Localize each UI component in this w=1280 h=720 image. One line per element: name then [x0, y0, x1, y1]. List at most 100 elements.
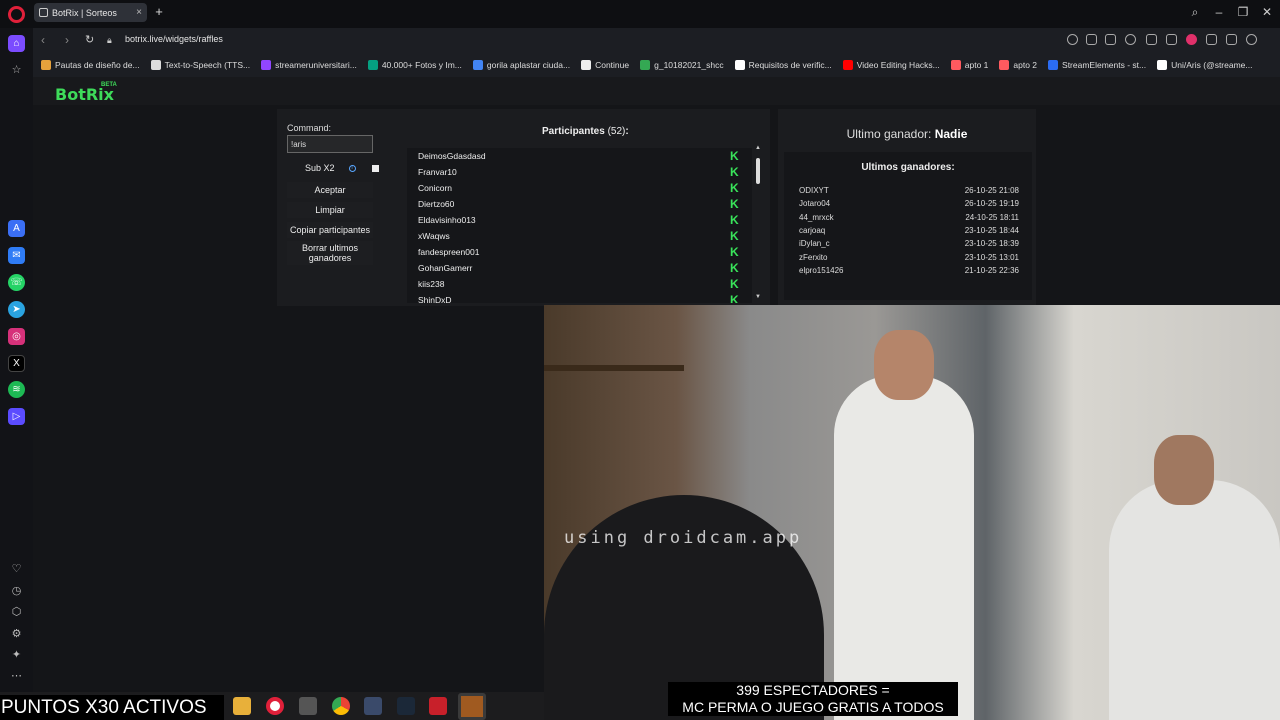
- copy-participants-button[interactable]: Copiar participantes: [287, 222, 373, 238]
- close-tab-icon[interactable]: ×: [136, 7, 142, 18]
- participant-row: kiis238 K: [407, 276, 752, 292]
- player-icon[interactable]: ▷: [8, 408, 25, 425]
- shield-icon[interactable]: [1125, 34, 1136, 45]
- bookmark-item[interactable]: StreamElements - st...: [1048, 60, 1146, 70]
- winner-name: 44_mrxck: [799, 212, 834, 222]
- bookmark-item[interactable]: streameruniversitari...: [261, 60, 357, 70]
- bookmark-item[interactable]: apto 1: [950, 60, 989, 70]
- delete-winners-button[interactable]: Borrar ultimos ganadores: [287, 241, 373, 265]
- points-banner: PUNTOS X30 ACTIVOS: [0, 695, 224, 720]
- kick-icon: K: [730, 165, 739, 179]
- participants-list[interactable]: DeimosGdasdasd K Franvar10 K Conicorn K Diertz…: [407, 148, 752, 303]
- telegram-icon[interactable]: ➤: [8, 301, 25, 318]
- home-icon[interactable]: ⌂: [8, 35, 25, 52]
- maximize-icon[interactable]: ❐: [1234, 5, 1252, 19]
- scroll-thumb[interactable]: [756, 158, 760, 184]
- search-icon[interactable]: [1067, 34, 1078, 45]
- browser-tab[interactable]: BotRix | Sorteos ×: [34, 3, 147, 22]
- download-icon[interactable]: [1206, 34, 1217, 45]
- tips-bulb-icon[interactable]: ✦: [8, 646, 25, 663]
- minimize-icon[interactable]: –: [1210, 5, 1228, 19]
- aria-icon[interactable]: A: [8, 220, 25, 237]
- whatsapp-icon[interactable]: ☏: [8, 274, 25, 291]
- store-icon[interactable]: [364, 697, 382, 715]
- lock-icon[interactable]: 🔒︎: [107, 35, 112, 46]
- last-winner-name: Nadie: [934, 127, 968, 141]
- participants-title: Participantes (52):: [542, 126, 629, 137]
- history-icon[interactable]: ◷: [8, 582, 25, 599]
- star-icon[interactable]: ☆: [8, 61, 25, 78]
- bookmark-item[interactable]: gorila aplastar ciuda...: [472, 60, 570, 70]
- tab-favicon-icon: [39, 8, 48, 17]
- chrome-icon[interactable]: [332, 697, 350, 715]
- participant-row: xWaqws K: [407, 228, 752, 244]
- bookmark-item[interactable]: Continue: [581, 60, 629, 70]
- sub-x2-checkbox[interactable]: [372, 164, 379, 172]
- winner-name: Jotaro04: [799, 199, 831, 209]
- profile-icon[interactable]: [1246, 34, 1257, 45]
- bookmark-item[interactable]: Uni/Aris (@streame...: [1157, 60, 1253, 70]
- participants-scrollbar[interactable]: ▲ ▼: [754, 145, 762, 303]
- participant-row: Franvar10 K: [407, 164, 752, 180]
- bookmark-label: apto 1: [964, 60, 989, 70]
- heart-fill-icon[interactable]: [1186, 34, 1197, 45]
- reload-icon[interactable]: ↻: [85, 33, 94, 46]
- kick-icon: K: [730, 197, 739, 211]
- opera-logo-icon[interactable]: [8, 6, 25, 23]
- forward-icon[interactable]: ›: [65, 33, 69, 47]
- settings-icon[interactable]: ⚙: [8, 625, 25, 642]
- kick-icon: K: [730, 245, 739, 259]
- back-icon[interactable]: ‹: [41, 33, 45, 47]
- bookmark-item[interactable]: 40.000+ Fotos y Im...: [367, 60, 462, 70]
- bookmark-item[interactable]: Video Editing Hacks...: [842, 60, 940, 70]
- bookmark-item[interactable]: Requisitos de verific...: [734, 60, 832, 70]
- kick-icon: K: [730, 213, 739, 227]
- winner-date: 23-10-25 18:44: [964, 225, 1019, 235]
- camera-icon[interactable]: [1105, 34, 1116, 45]
- bookmark-item[interactable]: apto 2: [999, 60, 1037, 70]
- heart-icon[interactable]: ♡: [8, 560, 25, 577]
- x-twitter-icon[interactable]: X: [8, 355, 25, 372]
- opera-taskbar-icon[interactable]: [266, 697, 284, 715]
- new-tab-button[interactable]: +: [152, 5, 166, 19]
- bookmarks-bar: Pautas de diseño de... Text-to-Speech (TT…: [33, 53, 1280, 77]
- app-header: BotRix BETA: [33, 77, 1280, 105]
- command-input[interactable]: [287, 135, 373, 153]
- winner-row: 44_mrxck 24-10-25 18:11: [799, 213, 1019, 226]
- more-icon[interactable]: ⋯: [8, 667, 25, 684]
- participant-row: Eldavisinho013 K: [407, 212, 752, 228]
- wallet-icon[interactable]: [1226, 34, 1237, 45]
- url-field[interactable]: botrix.live/widgets/raffles: [125, 34, 223, 44]
- instagram-icon[interactable]: ◎: [8, 328, 25, 345]
- messenger-icon[interactable]: ✉: [8, 247, 25, 264]
- app-taskbar-icon[interactable]: [299, 697, 317, 715]
- recent-winners-box: Ultimos ganadores: ODIXYT 26-10-25 21:08 J…: [784, 152, 1032, 300]
- stream-caption: 399 ESPECTADORES = MC PERMA O JUEGO GRAT…: [668, 682, 958, 716]
- spotify-icon[interactable]: ≋: [8, 381, 25, 398]
- scroll-up-icon[interactable]: ▲: [755, 145, 761, 151]
- file-explorer-icon[interactable]: [233, 697, 251, 715]
- clear-button[interactable]: Limpiar: [287, 202, 373, 218]
- google-icon: [472, 60, 483, 70]
- bookmark-item[interactable]: Pautas de diseño de...: [41, 60, 140, 70]
- game-launcher-icon[interactable]: [429, 697, 447, 715]
- info-icon[interactable]: i: [348, 164, 356, 172]
- close-window-icon[interactable]: ✕: [1258, 5, 1276, 19]
- steam-icon[interactable]: [397, 697, 415, 715]
- scroll-down-icon[interactable]: ▼: [755, 294, 761, 300]
- search-tabs-icon[interactable]: ⌕: [1186, 5, 1204, 20]
- bookmark-item[interactable]: Text-to-Speech (TTS...: [150, 60, 250, 70]
- accept-button[interactable]: Aceptar: [287, 182, 373, 198]
- edit-icon[interactable]: [1086, 34, 1097, 45]
- winner-row: iDylan_c 23-10-25 18:39: [799, 239, 1019, 252]
- participant-name: ShinDxD: [418, 295, 452, 303]
- play-icon[interactable]: [1166, 34, 1177, 45]
- participant-name: Eldavisinho013: [418, 215, 476, 225]
- bookmark-item[interactable]: g_10182021_shcc: [640, 60, 724, 70]
- obs-icon[interactable]: [458, 693, 486, 720]
- cam-shelf: [544, 365, 684, 371]
- extension-icon[interactable]: [1146, 34, 1157, 45]
- airbnb-icon: [999, 60, 1010, 70]
- participant-row: ShinDxD K: [407, 292, 752, 303]
- extensions-cube-icon[interactable]: ⬡: [8, 603, 25, 620]
